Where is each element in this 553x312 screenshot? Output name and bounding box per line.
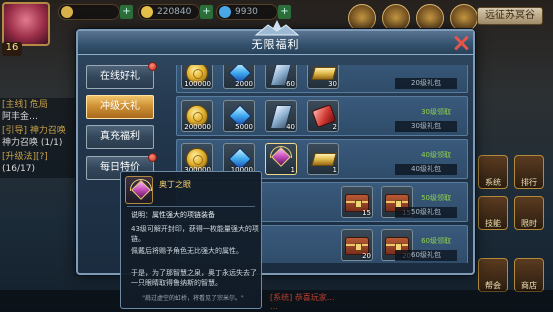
reward-item[interactable]: 40: [265, 100, 297, 132]
game-screen: { "hud": { "resource_1": "", "resource_2…: [0, 0, 553, 312]
chat-message: …: [270, 302, 278, 311]
reward-row[interactable]: 200000 5000 40 2 30级领取 30级礼包: [176, 96, 468, 136]
ranking-button[interactable]: 排行: [514, 155, 544, 189]
reward-item[interactable]: 100000: [181, 65, 213, 89]
item-quantity: 40: [286, 123, 295, 131]
gold-bar-icon: [311, 67, 337, 80]
guild-button[interactable]: 帮会: [478, 258, 508, 292]
gift-icon[interactable]: [450, 4, 478, 32]
quest-line: 神力召唤 (1/1): [2, 138, 63, 148]
quest-line: [升级法][?]: [2, 152, 48, 162]
coin-icon: [61, 6, 73, 18]
chat-bar[interactable]: [系统] 恭喜玩家... …: [0, 290, 553, 312]
reward-row[interactable]: 100000 2000 60 30 20级礼包: [176, 65, 468, 93]
gift-pack-label: 40级礼包: [395, 164, 457, 175]
expedition-button[interactable]: 远征苏冥谷: [477, 7, 543, 25]
resource-counter-3: 9930 +: [216, 4, 291, 20]
quest-line: 阿丰金…: [2, 112, 39, 122]
tooltip-quote: "肩过虚空的虹桥，将看见了宗米尔。": [142, 295, 244, 302]
reward-item[interactable]: 5000: [223, 100, 255, 132]
limited-button[interactable]: 限时: [514, 196, 544, 230]
item-tooltip: 奥丁之眼 说明：属性强大的项链装备 43级可解开封印，获得一枚能量强大的项链。 …: [120, 171, 262, 309]
chat-message: [系统] 恭喜玩家...: [270, 293, 335, 302]
notification-dot-icon: [148, 62, 157, 71]
item-quantity: 2000: [235, 80, 253, 88]
tooltip-item-icon: [125, 176, 153, 204]
item-quantity: 20: [362, 252, 371, 260]
system-button[interactable]: 系统: [478, 155, 508, 189]
reward-item[interactable]: 60: [265, 65, 297, 89]
crest-ornament-icon: [254, 20, 300, 36]
close-button[interactable]: [451, 33, 471, 53]
dialog-header: 无限福利: [78, 20, 473, 55]
shop-icon[interactable]: [382, 4, 410, 32]
item-quantity: 30: [328, 80, 337, 88]
tab-label: 冲级大礼: [100, 101, 140, 112]
skill-button-label: 技能: [485, 219, 501, 228]
tab-label: 在线好礼: [100, 71, 140, 82]
tooltip-paragraph: 佩戴后将赐予角色无比强大的属性。: [131, 247, 243, 255]
gift-pack-label: 30级礼包: [395, 121, 457, 132]
tooltip-paragraph: 43级可解开封印，获得一枚能量强大的项链。: [131, 225, 259, 243]
item-quantity: 2: [332, 123, 337, 131]
reward-item[interactable]: 200000: [181, 100, 213, 132]
skill-button[interactable]: 技能: [478, 196, 508, 230]
player-avatar[interactable]: [2, 2, 50, 46]
reward-item[interactable]: 30: [307, 65, 339, 89]
resource-counter-1: +: [58, 4, 133, 20]
claim-status[interactable]: 30级领取: [421, 107, 451, 117]
item-quantity: 1: [332, 166, 337, 174]
quest-line: [引导] 神力召唤: [2, 126, 66, 136]
diamond-icon: [219, 6, 231, 18]
item-quantity: 5000: [235, 123, 253, 131]
quest-line: [主线] 危局: [2, 100, 48, 110]
tab-recharge-welfare[interactable]: 真充福利: [86, 125, 154, 149]
quest-tracker[interactable]: [主线] 危局 阿丰金… [引导] 神力召唤 神力召唤 (1/1) [升级法][…: [0, 98, 80, 178]
tab-label: 真充福利: [100, 131, 140, 142]
tab-level-gift[interactable]: 冲级大礼: [86, 95, 154, 119]
player-level: 16: [2, 42, 22, 56]
event-icon[interactable]: [416, 4, 444, 32]
tooltip-paragraph: 于是，为了那智慧之泉，奥丁永远失去了一只眼睛取得鲁纳斯的智慧。: [131, 269, 257, 287]
add-resource-2-button[interactable]: +: [200, 5, 213, 19]
claim-status[interactable]: 40级领取: [421, 150, 451, 160]
claim-status[interactable]: 50级领取: [421, 193, 451, 203]
resource-2-value: 220840: [157, 7, 192, 17]
store-button[interactable]: 商店: [514, 258, 544, 292]
claim-status[interactable]: 60级领取: [421, 236, 451, 246]
reward-item[interactable]: 2000: [223, 65, 255, 89]
tooltip-item-name: 奥丁之眼: [159, 180, 191, 189]
limited-button-label: 限时: [521, 219, 537, 228]
resource-counter-2: 220840 +: [138, 4, 213, 20]
tooltip-description: 说明：属性强大的项链装备: [131, 211, 215, 219]
gift-pack-label: 20级礼包: [395, 78, 457, 89]
reward-item[interactable]: 15: [341, 186, 373, 218]
reward-item[interactable]: 1: [307, 143, 339, 175]
add-resource-1-button[interactable]: +: [120, 5, 133, 19]
system-button-label: 系统: [485, 178, 501, 187]
gift-pack-label: 60级礼包: [395, 250, 457, 261]
resource-3-value: 9930: [235, 7, 258, 17]
reward-item-selected[interactable]: 1: [265, 143, 297, 175]
item-quantity: 200000: [184, 123, 211, 131]
reward-item[interactable]: 2: [307, 100, 339, 132]
activity-icon[interactable]: [348, 4, 376, 32]
gold-bar-icon: [311, 153, 337, 166]
item-quantity: 100000: [184, 80, 211, 88]
add-resource-3-button[interactable]: +: [278, 5, 291, 19]
ranking-button-label: 排行: [521, 178, 537, 187]
tooltip-divider: [127, 206, 255, 207]
gift-pack-label: 50级礼包: [395, 207, 457, 218]
tab-online-gift[interactable]: 在线好礼: [86, 62, 157, 89]
item-quantity: 15: [362, 209, 371, 217]
notification-dot-icon: [148, 153, 157, 162]
gold-icon: [141, 6, 153, 18]
item-quantity: 1: [290, 166, 295, 174]
dialog-title: 无限福利: [251, 38, 300, 51]
quest-line: (16/17): [2, 164, 35, 174]
item-quantity: 60: [286, 80, 295, 88]
reward-item[interactable]: 20: [341, 229, 373, 261]
